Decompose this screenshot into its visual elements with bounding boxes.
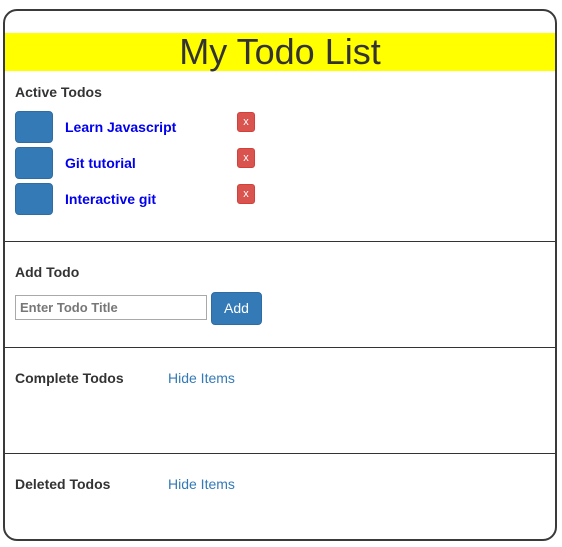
todo-app: My Todo List Active Todos Learn Javascri… — [3, 9, 557, 541]
todo-item: Learn Javascript — [15, 111, 275, 145]
todo-title-input[interactable] — [15, 295, 207, 320]
todo-title-link[interactable]: Learn Javascript — [65, 119, 176, 135]
section-divider — [5, 241, 555, 242]
complete-todos-heading: Complete Todos — [15, 370, 124, 386]
delete-todo-button[interactable]: x — [237, 148, 255, 168]
section-divider — [5, 453, 555, 454]
deleted-todos-heading: Deleted Todos — [15, 476, 111, 492]
delete-todo-button[interactable]: x — [237, 112, 255, 132]
hide-complete-items-link[interactable]: Hide Items — [168, 370, 235, 386]
app-title: My Todo List — [5, 33, 555, 71]
add-todo-button[interactable]: Add — [211, 292, 262, 325]
todo-item: Interactive git — [15, 183, 275, 217]
complete-todo-button[interactable] — [15, 111, 53, 143]
todo-title-link[interactable]: Git tutorial — [65, 155, 136, 171]
todo-item: Git tutorial — [15, 147, 275, 181]
delete-todo-button[interactable]: x — [237, 184, 255, 204]
todo-title-link[interactable]: Interactive git — [65, 191, 156, 207]
hide-deleted-items-link[interactable]: Hide Items — [168, 476, 235, 492]
section-divider — [5, 347, 555, 348]
active-todos-heading: Active Todos — [15, 84, 102, 100]
complete-todo-button[interactable] — [15, 183, 53, 215]
complete-todo-button[interactable] — [15, 147, 53, 179]
add-todo-heading: Add Todo — [15, 264, 80, 280]
